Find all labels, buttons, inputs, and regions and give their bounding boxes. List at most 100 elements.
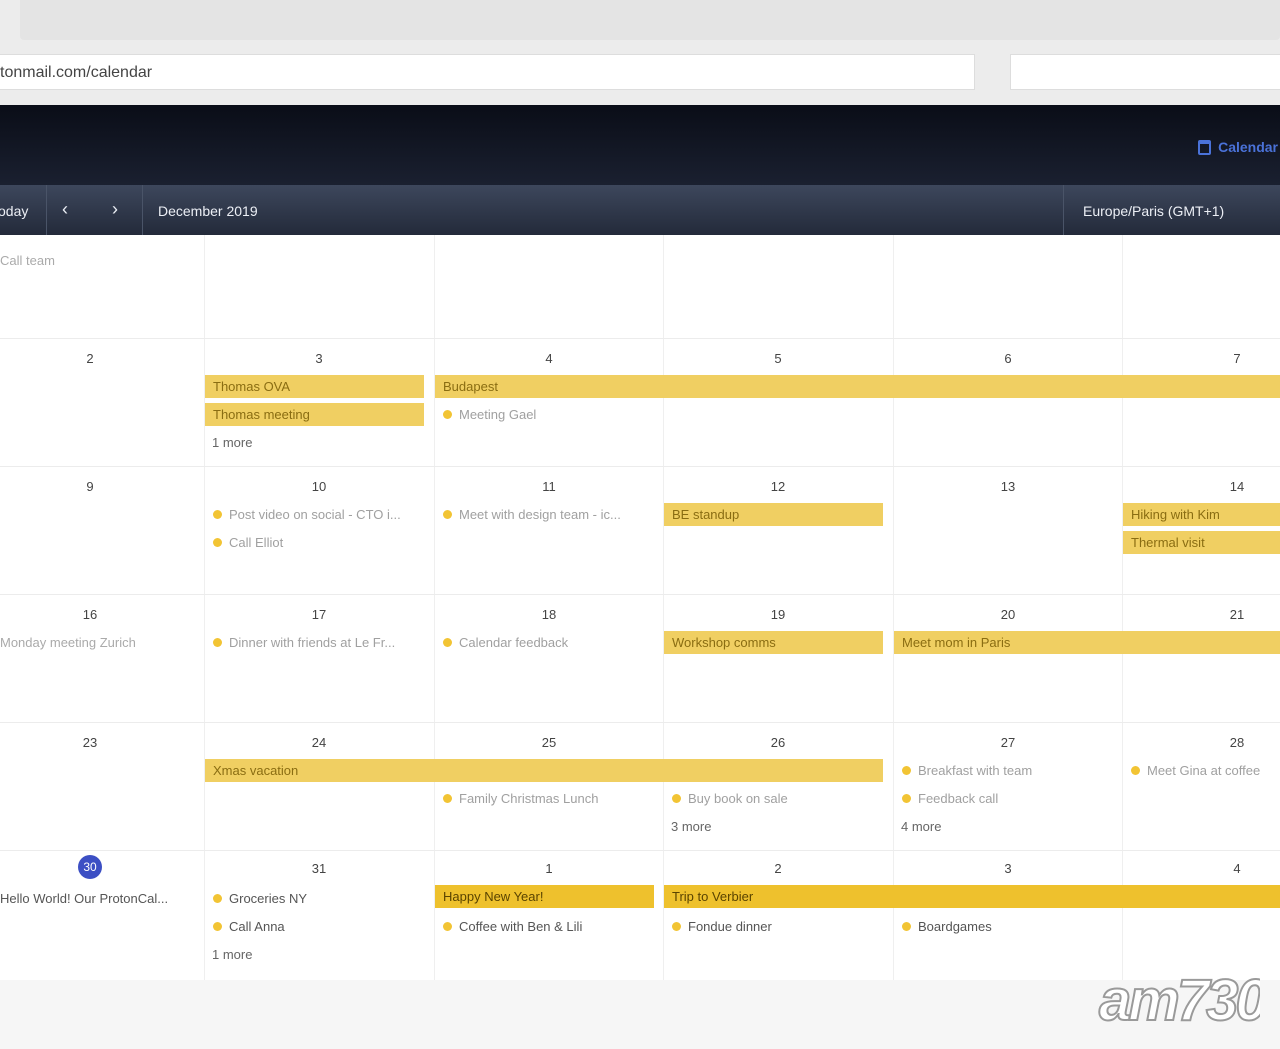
chevron-right-icon[interactable]: › <box>112 199 118 220</box>
day-number[interactable]: 25 <box>534 735 564 750</box>
day-number[interactable]: 1 <box>534 861 564 876</box>
event-dot <box>672 922 681 931</box>
event-groceries[interactable]: Groceries NY <box>213 891 428 906</box>
event-dot <box>902 766 911 775</box>
event-be-standup[interactable]: BE standup <box>664 503 883 526</box>
browser-search-box[interactable] <box>1010 54 1280 90</box>
week-row: 23 24 25 26 27 28 Xmas vacation Family C… <box>0 723 1280 851</box>
month-title: December 2019 <box>158 203 258 219</box>
event-meet-mom[interactable]: Meet mom in Paris <box>894 631 1280 654</box>
day-number[interactable]: 26 <box>763 735 793 750</box>
day-number[interactable]: 3 <box>993 861 1023 876</box>
day-number[interactable]: 6 <box>993 351 1023 366</box>
day-number[interactable]: 4 <box>1222 861 1252 876</box>
event-meet-gina[interactable]: Meet Gina at coffee <box>1131 763 1280 778</box>
event-title: Call Elliot <box>229 535 284 550</box>
day-number[interactable]: 17 <box>304 607 334 622</box>
event-title: Call Anna <box>229 919 285 934</box>
more-events-link[interactable]: 1 more <box>212 435 252 450</box>
more-events-link[interactable]: 3 more <box>671 819 711 834</box>
day-number[interactable]: 27 <box>993 735 1023 750</box>
event-thermal-visit[interactable]: Thermal visit <box>1123 531 1280 554</box>
event-coffee[interactable]: Coffee with Ben & Lili <box>443 919 658 934</box>
event-call-elliot[interactable]: Call Elliot <box>213 535 428 550</box>
day-number[interactable]: 20 <box>993 607 1023 622</box>
week-row: 2 3 4 5 6 7 Thomas OVA Thomas meeting 1 … <box>0 339 1280 467</box>
event-hiking[interactable]: Hiking with Kim <box>1123 503 1280 526</box>
event-title: Feedback call <box>918 791 999 806</box>
event-breakfast[interactable]: Breakfast with team <box>902 763 1117 778</box>
event-xmas-vacation[interactable]: Xmas vacation <box>205 759 883 782</box>
day-number[interactable]: 16 <box>75 607 105 622</box>
month-grid: Call team 2 3 4 5 6 7 Thomas OVA Thomas … <box>0 235 1280 980</box>
svg-text:am730: am730 <box>1099 968 1260 1033</box>
calendar-app-label: Calendar <box>1218 139 1278 155</box>
more-events-link[interactable]: 1 more <box>212 947 252 962</box>
chevron-left-icon[interactable]: ‹ <box>62 199 68 220</box>
event-buy-book[interactable]: Buy book on sale <box>672 791 887 806</box>
toolbar-divider <box>1063 185 1064 235</box>
event-dot <box>443 638 452 647</box>
day-number[interactable]: 5 <box>763 351 793 366</box>
day-number[interactable]: 12 <box>763 479 793 494</box>
event-thomas-meeting[interactable]: Thomas meeting <box>205 403 424 426</box>
day-number[interactable]: 28 <box>1222 735 1252 750</box>
day-number[interactable]: 2 <box>75 351 105 366</box>
event-happy-new-year[interactable]: Happy New Year! <box>435 885 654 908</box>
event-post-video[interactable]: Post video on social - CTO i... <box>213 507 428 522</box>
event-workshop-comms[interactable]: Workshop comms <box>664 631 883 654</box>
event-call-anna[interactable]: Call Anna <box>213 919 428 934</box>
event-calendar-feedback[interactable]: Calendar feedback <box>443 635 658 650</box>
day-number[interactable]: 23 <box>75 735 105 750</box>
event-trip-verbier[interactable]: Trip to Verbier <box>664 885 1280 908</box>
page-bottom <box>0 980 1280 1049</box>
toolbar-divider <box>142 185 143 235</box>
event-feedback-call[interactable]: Feedback call <box>902 791 1117 806</box>
timezone-selector[interactable]: Europe/Paris (GMT+1) <box>1083 203 1224 219</box>
event-fondue[interactable]: Fondue dinner <box>672 919 887 934</box>
event-title: Meeting Gael <box>459 407 537 422</box>
day-number[interactable]: 31 <box>304 861 334 876</box>
day-number[interactable]: 9 <box>75 479 105 494</box>
event-title: Groceries NY <box>229 891 308 906</box>
calendar-app-link[interactable]: Calendar <box>1198 139 1278 155</box>
day-number[interactable]: 3 <box>304 351 334 366</box>
week-row: 16 17 18 19 20 21 Monday meeting Zurich … <box>0 595 1280 723</box>
event-budapest[interactable]: Budapest <box>435 375 1280 398</box>
day-number[interactable]: 10 <box>304 479 334 494</box>
day-number[interactable]: 21 <box>1222 607 1252 622</box>
day-number[interactable]: 24 <box>304 735 334 750</box>
event-dot <box>902 922 911 931</box>
event-monday-meeting[interactable]: Monday meeting Zurich <box>0 635 200 650</box>
event-hello-world[interactable]: Hello World! Our ProtonCal... <box>0 891 200 906</box>
event-call-team[interactable]: Call team <box>0 253 200 268</box>
event-dinner-friends[interactable]: Dinner with friends at Le Fr... <box>213 635 428 650</box>
event-meet-design[interactable]: Meet with design team - ic... <box>443 507 658 522</box>
day-number[interactable]: 7 <box>1222 351 1252 366</box>
event-dot <box>213 538 222 547</box>
day-number[interactable]: 4 <box>534 351 564 366</box>
event-dot <box>213 894 222 903</box>
address-bar[interactable]: tonmail.com/calendar <box>0 54 975 90</box>
day-number[interactable]: 11 <box>534 479 564 494</box>
event-title: Meet with design team - ic... <box>459 507 621 522</box>
event-meeting-gael[interactable]: Meeting Gael <box>443 407 658 422</box>
event-boardgames[interactable]: Boardgames <box>902 919 1117 934</box>
event-title: Coffee with Ben & Lili <box>459 919 583 934</box>
event-thomas-ova[interactable]: Thomas OVA <box>205 375 424 398</box>
day-number[interactable]: 13 <box>993 479 1023 494</box>
more-events-link[interactable]: 4 more <box>901 819 941 834</box>
day-number[interactable]: 2 <box>763 861 793 876</box>
event-title: Breakfast with team <box>918 763 1033 778</box>
event-family-lunch[interactable]: Family Christmas Lunch <box>443 791 658 806</box>
today-button[interactable]: oday <box>0 203 28 219</box>
event-dot <box>443 510 452 519</box>
toolbar-divider <box>46 185 47 235</box>
calendar-toolbar: oday ‹ › December 2019 Europe/Paris (GMT… <box>0 185 1280 235</box>
day-number[interactable]: 14 <box>1222 479 1252 494</box>
day-number[interactable]: 18 <box>534 607 564 622</box>
event-dot <box>213 510 222 519</box>
address-bar-url: tonmail.com/calendar <box>0 64 153 81</box>
day-number[interactable]: 19 <box>763 607 793 622</box>
today-indicator[interactable]: 30 <box>78 855 102 879</box>
